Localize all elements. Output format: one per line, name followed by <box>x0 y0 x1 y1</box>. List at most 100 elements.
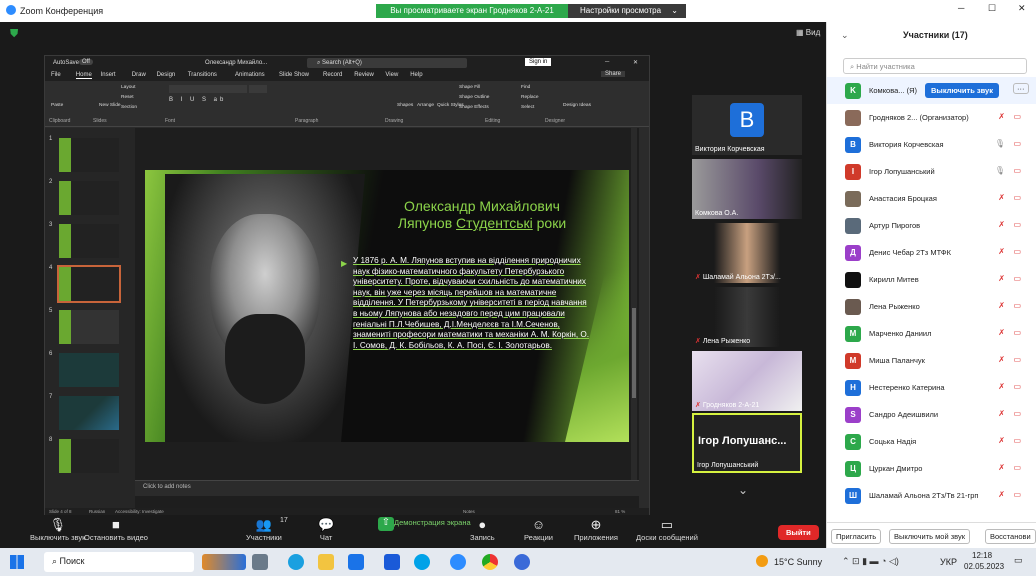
slide-thumbnail[interactable] <box>59 138 119 172</box>
ribbon-tab[interactable]: Record <box>323 72 342 78</box>
video-tile[interactable]: ✗ Гродняков 2-А-21 <box>692 351 802 411</box>
chevron-down-icon[interactable]: ⌄ <box>738 483 748 497</box>
participant-row[interactable]: I Ігор Лопушанський 🎙 ▭ <box>827 158 1036 185</box>
weather-text[interactable]: 15°C Sunny <box>774 557 822 567</box>
participant-row[interactable]: Артур Пирогов ✗ ▭ <box>827 212 1036 239</box>
toolbar-button[interactable]: ■ Остановить видео <box>84 517 148 542</box>
ribbon-button[interactable]: Section <box>121 105 137 110</box>
ribbon-button[interactable]: Arrange <box>417 103 434 108</box>
leave-button[interactable]: Выйти <box>778 525 819 540</box>
current-slide[interactable]: Олександр Михайлович Ляпунов Студентські… <box>145 170 629 442</box>
ribbon-tab[interactable]: File <box>51 72 61 78</box>
participant-row[interactable]: S Сандро Адеишвили ✗ ▭ <box>827 401 1036 428</box>
toolbar-button[interactable]: 👥 Участники <box>246 517 282 542</box>
ribbon-tab[interactable]: Insert <box>101 72 116 78</box>
unmute-all-button[interactable]: Выключить звук <box>925 83 999 98</box>
toolbar-button[interactable]: ☺ Реакции <box>524 517 553 542</box>
participant-row[interactable]: Гродняков 2... (Организатор) ✗ ▭ <box>827 104 1036 131</box>
task-view-icon[interactable] <box>252 554 268 570</box>
slide-thumbnail[interactable] <box>57 265 121 303</box>
maximize-icon[interactable]: ☐ <box>988 3 996 14</box>
minimize-icon[interactable]: ─ <box>958 3 964 13</box>
participant-row[interactable]: Кирилл Митев ✗ ▭ <box>827 266 1036 293</box>
invite-button[interactable]: Пригласить <box>831 529 882 544</box>
clock-time[interactable]: 12:18 <box>972 551 992 560</box>
mail-icon[interactable] <box>384 554 400 570</box>
video-tile[interactable]: ✗ Шаламай Альона 2Тз/... <box>692 223 802 283</box>
ribbon-tab[interactable]: Help <box>410 72 422 78</box>
restore-button[interactable]: Восстанови <box>985 529 1036 544</box>
ribbon-button[interactable]: Replace <box>521 95 539 100</box>
slide-thumbnail[interactable] <box>59 353 119 387</box>
participant-row[interactable]: M Миша Паланчук ✗ ▭ <box>827 347 1036 374</box>
ribbon-tab[interactable]: Slide Show <box>279 72 309 78</box>
notes-button[interactable]: Notes <box>463 509 475 514</box>
participant-row[interactable]: Анастасия Броцкая ✗ ▭ <box>827 185 1036 212</box>
chrome-icon[interactable] <box>482 554 498 570</box>
chevron-down-icon[interactable]: ⌄ <box>841 30 849 41</box>
tray-icons[interactable]: ⌃ ⊡ ▮ ▬ ◔ ◁) <box>842 556 899 567</box>
view-button[interactable]: ▦ Вид <box>796 28 820 37</box>
ribbon-tab[interactable]: Transitions <box>188 72 217 78</box>
skype-icon[interactable] <box>414 554 430 570</box>
slide-thumbnail[interactable] <box>59 181 119 215</box>
mute-me-button[interactable]: Выключить мой звук <box>889 529 971 544</box>
video-tile[interactable]: Комкова О.А. <box>692 159 802 219</box>
slide-thumbnail[interactable] <box>59 439 119 473</box>
slide-thumbnail[interactable] <box>59 310 119 344</box>
ribbon-button[interactable]: Layout <box>121 85 135 90</box>
ribbon-button[interactable]: Shape Effects <box>459 105 489 110</box>
clock-date[interactable]: 02.05.2023 <box>964 562 1004 571</box>
view-options-button[interactable]: Настройки просмотра ⌄ <box>568 4 686 18</box>
sign-in-button[interactable]: Sign in <box>525 58 552 66</box>
autosave-toggle[interactable]: Off <box>79 59 93 65</box>
zoom-icon[interactable] <box>450 554 466 570</box>
video-tile[interactable]: ✗ Лена Рыженко <box>692 287 802 347</box>
video-tile[interactable]: B Виктория Корчевская <box>692 95 802 155</box>
participant-row[interactable]: C Соцька Надія ✗ ▭ <box>827 428 1036 455</box>
participant-row[interactable]: Ц Цуркан Дмитро ✗ ▭ <box>827 455 1036 482</box>
search-box[interactable]: ⌕ Search (Alt+Q) <box>307 58 467 68</box>
ribbon-button[interactable]: New Slide <box>99 103 121 108</box>
ribbon-button[interactable]: Shape Outline <box>459 95 489 100</box>
video-tile-active[interactable]: Ігор Лопушанс... Ігор Лопушанський <box>692 413 802 473</box>
ribbon-button[interactable]: Shapes <box>397 103 413 108</box>
ribbon-tab[interactable]: Design <box>157 72 176 78</box>
app-icon[interactable] <box>202 554 246 570</box>
ribbon-button[interactable]: Shape Fill <box>459 85 480 90</box>
minimize-icon[interactable]: ─ <box>605 59 609 65</box>
language-indicator[interactable]: УКР <box>940 557 957 567</box>
notification-icon[interactable]: ▭ <box>1014 555 1023 566</box>
toolbar-button[interactable]: 💬 Чат <box>318 517 334 542</box>
participant-row[interactable]: H Нестеренко Катерина ✗ ▭ <box>827 374 1036 401</box>
toolbar-button[interactable]: ⊕ Приложения <box>574 517 618 542</box>
ribbon-tab[interactable]: Draw <box>132 72 146 78</box>
notes-pane[interactable]: Click to add notes <box>135 480 639 496</box>
ribbon-button[interactable]: Select <box>521 105 534 110</box>
participant-row[interactable]: B Виктория Корчевская 🎙 ▭ <box>827 131 1036 158</box>
participant-row[interactable]: M Марченко Даниил ✗ ▭ <box>827 320 1036 347</box>
ribbon-button[interactable]: Paste <box>51 103 63 108</box>
zoom-level[interactable]: 81 % <box>615 509 625 514</box>
close-icon[interactable]: ✕ <box>633 59 638 66</box>
participant-row[interactable]: Ш Шаламай Альона 2Тз/Тв 21-грп ✗ ▭ <box>827 482 1036 509</box>
participant-row[interactable]: Д Денис Чебар 2Тз МТФК ✗ ▭ <box>827 239 1036 266</box>
participant-row[interactable]: K Комкова... (Я) Выключить звук ··· <box>827 77 1036 104</box>
windows-start-icon[interactable] <box>10 555 24 569</box>
participant-row[interactable]: Лена Рыженко ✗ ▭ <box>827 293 1036 320</box>
ribbon-tab[interactable]: Animations <box>235 72 265 78</box>
ribbon-button[interactable]: Design Ideas <box>563 103 591 108</box>
store-icon[interactable] <box>348 554 364 570</box>
font-name-box[interactable] <box>169 85 247 93</box>
slide-thumbnail[interactable] <box>59 396 119 430</box>
font-style-icons[interactable]: B I U S ab <box>169 97 226 103</box>
taskbar-search[interactable]: ⌕ Поиск <box>44 552 194 572</box>
ribbon-button[interactable]: Reset <box>121 95 134 100</box>
vertical-scrollbar[interactable] <box>631 128 637 480</box>
more-icon[interactable]: ··· <box>1013 83 1029 94</box>
explorer-icon[interactable] <box>318 554 334 570</box>
toolbar-button[interactable]: ● Запись <box>470 517 495 542</box>
app-icon[interactable] <box>514 554 530 570</box>
font-size-box[interactable] <box>249 85 267 93</box>
close-icon[interactable]: ✕ <box>1018 3 1026 14</box>
